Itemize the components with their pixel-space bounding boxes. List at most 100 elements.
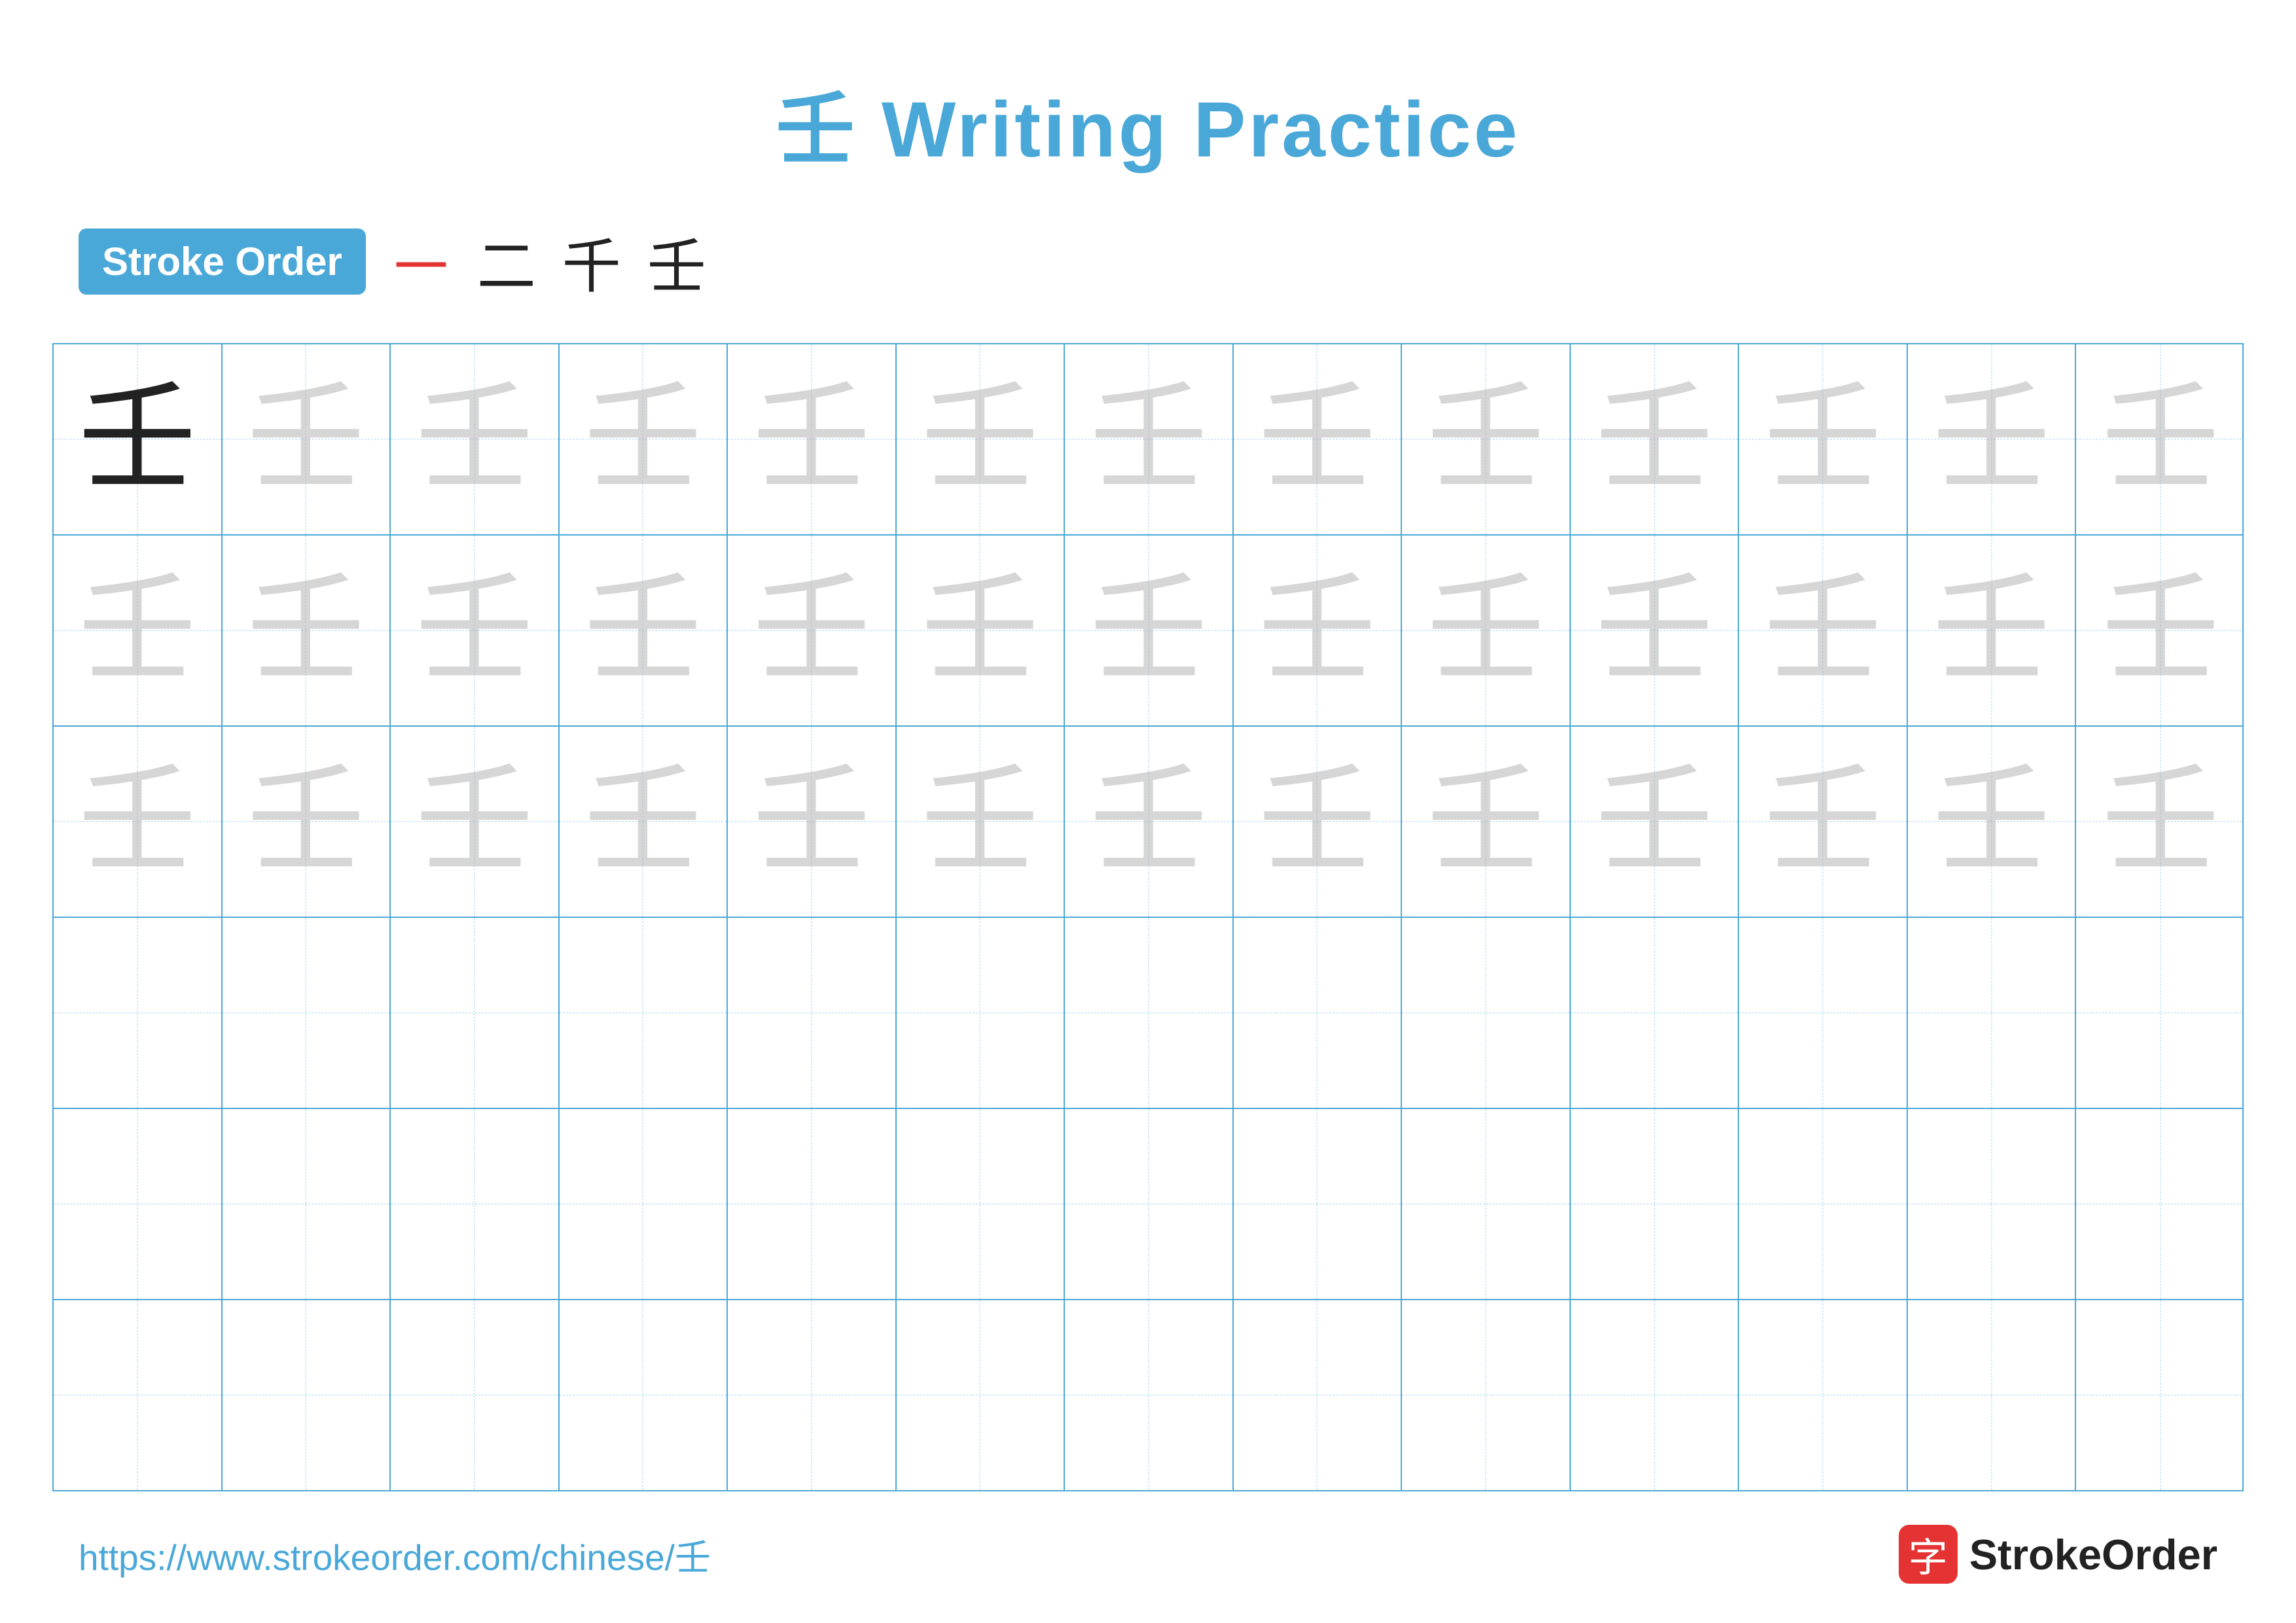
stroke-3: 千 [562, 219, 621, 304]
grid-cell[interactable] [1908, 1300, 2077, 1490]
grid-cell[interactable] [1065, 1109, 1234, 1299]
character-faded: 壬 [79, 572, 196, 689]
grid-cell[interactable] [223, 1109, 391, 1299]
grid-cell[interactable] [560, 918, 728, 1108]
character-faded: 壬 [247, 380, 365, 498]
grid-cell[interactable] [1402, 1109, 1571, 1299]
grid-cell[interactable] [897, 918, 1066, 1108]
character-faded: 壬 [1258, 572, 1376, 689]
grid-cell[interactable] [2076, 1300, 2245, 1490]
grid-cell[interactable]: 壬 [2076, 727, 2245, 917]
grid-cell[interactable] [1571, 1300, 1740, 1490]
grid-cell[interactable]: 壬 [1234, 727, 1403, 917]
grid-cell[interactable] [1065, 918, 1234, 1108]
grid-cell[interactable]: 壬 [1571, 727, 1740, 917]
grid-cell[interactable]: 壬 [1065, 727, 1234, 917]
grid-cell[interactable]: 壬 [1571, 344, 1740, 534]
grid-cell[interactable]: 壬 [54, 727, 223, 917]
character-faded: 壬 [1596, 763, 1713, 881]
practice-grid: 壬 壬 壬 壬 壬 壬 壬 壬 壬 壬 壬 壬 壬 壬 壬 壬 壬 壬 壬 壬 … [52, 343, 2244, 1491]
grid-cell[interactable] [391, 1109, 560, 1299]
grid-cell[interactable] [1908, 918, 2077, 1108]
grid-cell[interactable] [560, 1300, 728, 1490]
grid-cell[interactable]: 壬 [1908, 727, 2077, 917]
grid-cell[interactable]: 壬 [728, 727, 897, 917]
grid-cell[interactable]: 壬 [897, 727, 1066, 917]
stroke-4: 壬 [647, 219, 706, 304]
grid-cell[interactable]: 壬 [2076, 536, 2245, 725]
character-faded: 壬 [1933, 572, 2051, 689]
grid-cell[interactable]: 壬 [1908, 536, 2077, 725]
grid-cell[interactable] [1908, 1109, 2077, 1299]
grid-cell[interactable]: 壬 [1402, 536, 1571, 725]
grid-cell[interactable]: 壬 [1739, 727, 1908, 917]
grid-cell[interactable] [1234, 1300, 1403, 1490]
grid-cell[interactable]: 壬 [560, 536, 728, 725]
grid-cell[interactable] [897, 1109, 1066, 1299]
grid-cell[interactable]: 壬 [1739, 536, 1908, 725]
grid-cell[interactable]: 壬 [560, 727, 728, 917]
grid-cell[interactable] [54, 1300, 223, 1490]
character-faded: 壬 [1933, 380, 2051, 498]
grid-cell[interactable]: 壬 [897, 536, 1066, 725]
grid-cell[interactable] [391, 1300, 560, 1490]
grid-cell[interactable]: 壬 [223, 344, 391, 534]
character-faded: 壬 [1933, 763, 2051, 881]
grid-cell[interactable] [728, 918, 897, 1108]
grid-cell[interactable]: 壬 [1908, 344, 2077, 534]
grid-cell[interactable] [1234, 1109, 1403, 1299]
grid-cell[interactable] [728, 1109, 897, 1299]
grid-cell[interactable] [2076, 1109, 2245, 1299]
grid-cell[interactable] [223, 918, 391, 1108]
grid-cell[interactable] [1571, 918, 1740, 1108]
grid-cell[interactable]: 壬 [728, 344, 897, 534]
grid-cell[interactable]: 壬 [1402, 727, 1571, 917]
grid-cell[interactable]: 壬 [728, 536, 897, 725]
grid-cell[interactable]: 壬 [54, 344, 223, 534]
grid-cell[interactable] [1234, 918, 1403, 1108]
grid-cell[interactable] [1739, 918, 1908, 1108]
grid-cell[interactable]: 壬 [1739, 344, 1908, 534]
character-faded: 壬 [416, 572, 533, 689]
grid-cell[interactable]: 壬 [1571, 536, 1740, 725]
grid-cell[interactable] [54, 1109, 223, 1299]
character-faded: 壬 [1427, 380, 1545, 498]
grid-row-1: 壬 壬 壬 壬 壬 壬 壬 壬 壬 壬 壬 壬 壬 [54, 344, 2242, 536]
grid-cell[interactable] [1065, 1300, 1234, 1490]
grid-cell[interactable]: 壬 [391, 344, 560, 534]
grid-cell[interactable] [223, 1300, 391, 1490]
grid-cell[interactable] [1739, 1109, 1908, 1299]
grid-cell[interactable] [1571, 1109, 1740, 1299]
footer-url[interactable]: https://www.strokeorder.com/chinese/壬 [79, 1528, 711, 1580]
grid-cell[interactable]: 壬 [897, 344, 1066, 534]
grid-cell[interactable]: 壬 [1065, 536, 1234, 725]
character-faded: 壬 [1764, 572, 1882, 689]
grid-cell[interactable]: 壬 [223, 536, 391, 725]
grid-cell[interactable] [1402, 918, 1571, 1108]
grid-cell[interactable]: 壬 [1402, 344, 1571, 534]
grid-cell[interactable] [1739, 1300, 1908, 1490]
character-faded: 壬 [1427, 763, 1545, 881]
grid-cell[interactable] [728, 1300, 897, 1490]
page-title: 壬 Writing Practice [0, 0, 2296, 179]
character-faded: 壬 [2102, 572, 2219, 689]
grid-cell[interactable] [2076, 918, 2245, 1108]
grid-cell[interactable] [1402, 1300, 1571, 1490]
grid-cell[interactable]: 壬 [54, 536, 223, 725]
grid-cell[interactable]: 壬 [1234, 344, 1403, 534]
character-faded: 壬 [921, 380, 1039, 498]
grid-cell[interactable]: 壬 [391, 536, 560, 725]
grid-cell[interactable]: 壬 [1065, 344, 1234, 534]
grid-cell[interactable]: 壬 [2076, 344, 2245, 534]
grid-cell[interactable] [391, 918, 560, 1108]
grid-cell[interactable]: 壬 [1234, 536, 1403, 725]
character-faded: 壬 [921, 572, 1039, 689]
character-faded: 壬 [1764, 763, 1882, 881]
character-faded: 壬 [1427, 572, 1545, 689]
grid-cell[interactable]: 壬 [223, 727, 391, 917]
grid-cell[interactable] [560, 1109, 728, 1299]
grid-cell[interactable]: 壬 [391, 727, 560, 917]
grid-cell[interactable] [54, 918, 223, 1108]
grid-cell[interactable] [897, 1300, 1066, 1490]
grid-cell[interactable]: 壬 [560, 344, 728, 534]
